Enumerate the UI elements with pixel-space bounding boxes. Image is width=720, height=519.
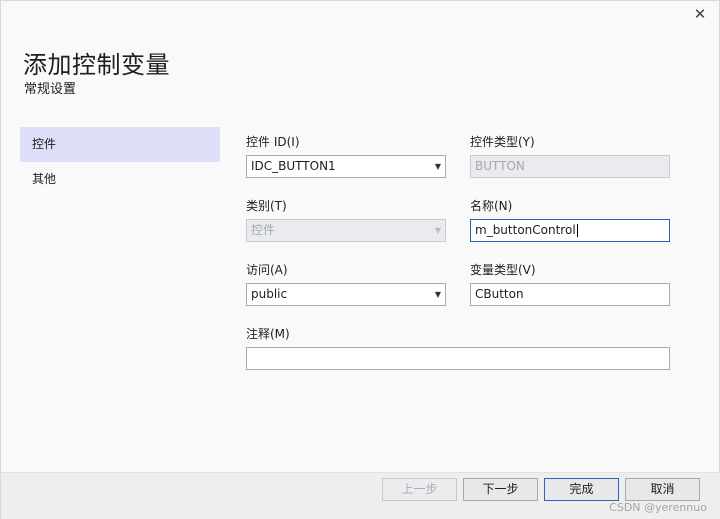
access-select[interactable]: public ▼ xyxy=(246,283,446,306)
category-value: 控件 xyxy=(251,223,276,237)
var-type-input[interactable]: CButton xyxy=(470,283,670,306)
chevron-down-icon: ▼ xyxy=(434,162,441,171)
side-nav: 控件 其他 xyxy=(20,127,220,197)
nav-item-other[interactable]: 其他 xyxy=(20,162,220,197)
chevron-down-icon: ▼ xyxy=(434,290,441,299)
var-type-value: CButton xyxy=(475,287,524,301)
control-type-value: BUTTON xyxy=(475,159,525,173)
comment-label: 注释(M) xyxy=(246,327,290,341)
prev-button: 上一步 xyxy=(382,478,457,501)
name-input[interactable]: m_buttonControl xyxy=(470,219,670,242)
access-label: 访问(A) xyxy=(246,263,288,277)
name-value: m_buttonControl xyxy=(475,223,576,237)
control-id-select[interactable]: IDC_BUTTON1 ▼ xyxy=(246,155,446,178)
watermark: CSDN @yerennuo xyxy=(609,501,707,514)
next-button[interactable]: 下一步 xyxy=(463,478,538,501)
cancel-button[interactable]: 取消 xyxy=(625,478,700,501)
nav-item-control[interactable]: 控件 xyxy=(20,127,220,162)
text-cursor xyxy=(576,224,578,237)
comment-input[interactable] xyxy=(246,347,670,370)
control-id-value: IDC_BUTTON1 xyxy=(251,159,336,173)
name-label: 名称(N) xyxy=(470,199,513,213)
category-label: 类别(T) xyxy=(246,199,287,213)
dialog-title: 添加控制变量 xyxy=(23,51,170,79)
add-control-variable-dialog: ✕ 添加控制变量 常规设置 控件 其他 控件 ID(I) IDC_BUTTON1… xyxy=(0,0,720,519)
control-type-label: 控件类型(Y) xyxy=(470,135,535,149)
access-value: public xyxy=(251,287,288,301)
dialog-subtitle: 常规设置 xyxy=(24,82,77,97)
control-type-field: BUTTON xyxy=(470,155,670,178)
control-id-label: 控件 ID(I) xyxy=(246,135,300,149)
var-type-label: 变量类型(V) xyxy=(470,263,536,277)
close-icon[interactable]: ✕ xyxy=(689,3,711,25)
finish-button[interactable]: 完成 xyxy=(544,478,619,501)
category-select: 控件 ▼ xyxy=(246,219,446,242)
chevron-down-icon: ▼ xyxy=(434,226,441,235)
